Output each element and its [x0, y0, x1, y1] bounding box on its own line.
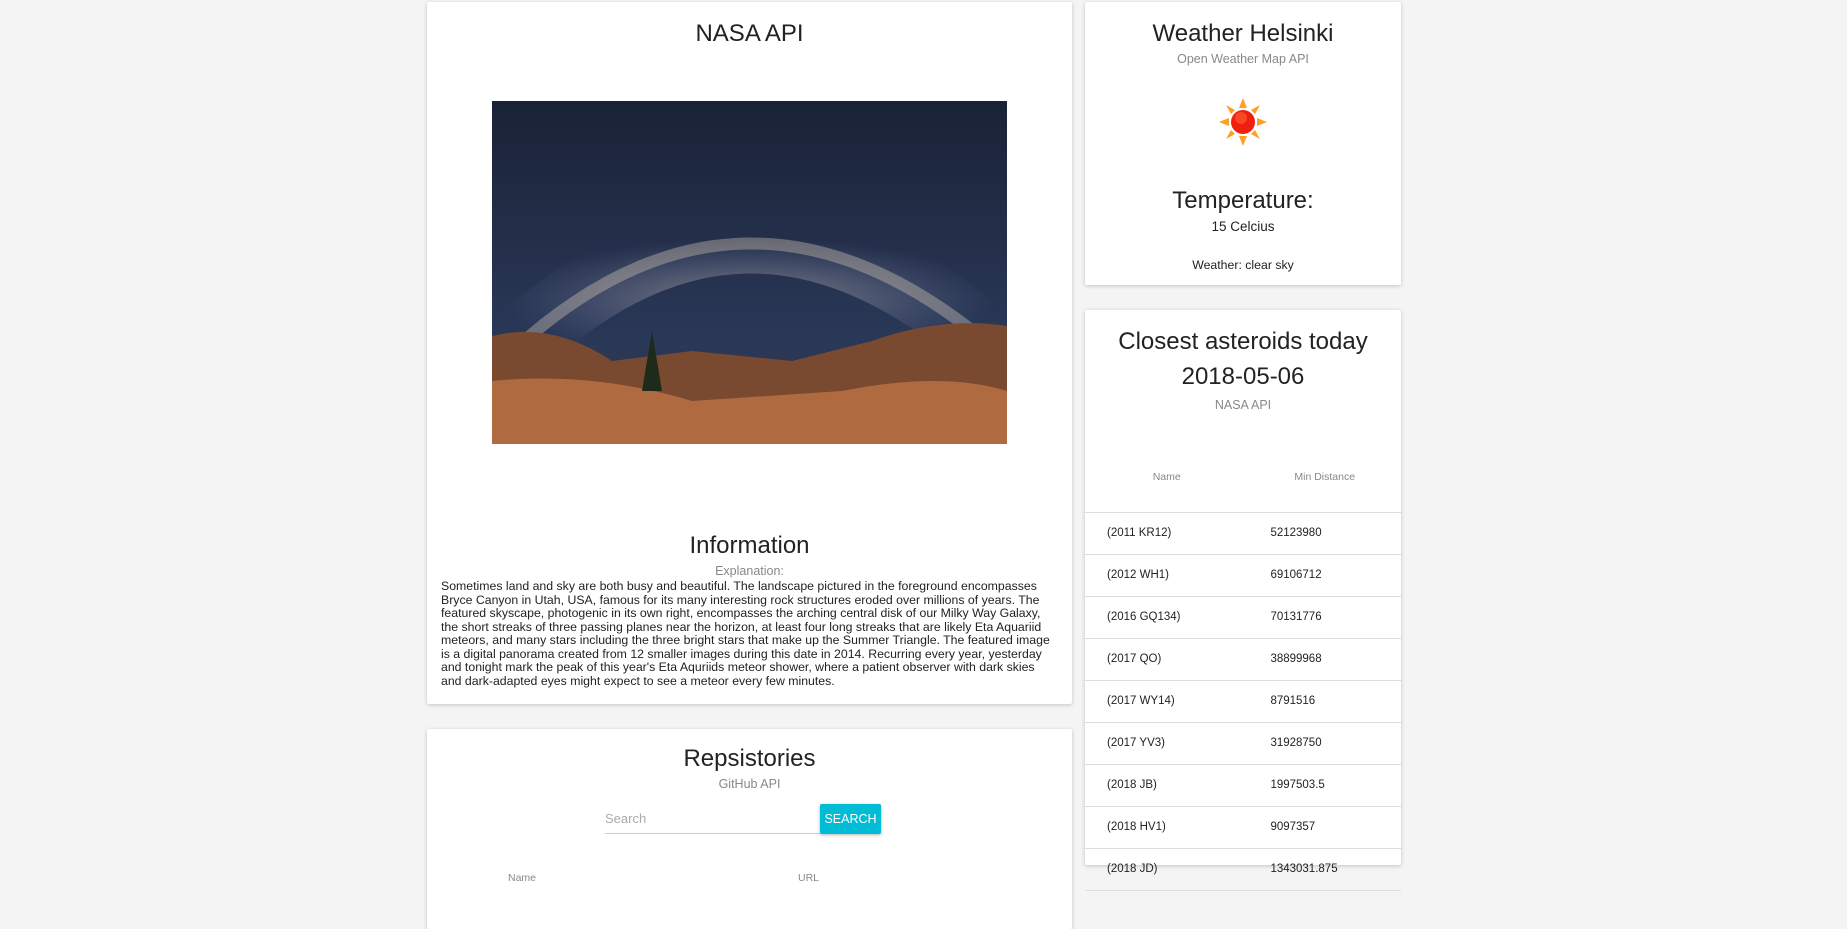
- explanation-text: Sometimes land and sky are both busy and…: [441, 579, 1050, 688]
- min-distance-cell: 70131776: [1248, 596, 1401, 639]
- temperature-value: 15 Celcius: [1211, 219, 1275, 234]
- asteroid-name-cell: (2017 QO): [1085, 638, 1249, 681]
- asteroid-name-cell: (2018 JD): [1085, 848, 1249, 891]
- min-distance-cell: 38899968: [1248, 638, 1401, 681]
- temperature-label: Temperature:: [1172, 187, 1314, 214]
- asteroid-name-cell: (2018 JB): [1085, 764, 1249, 807]
- asteroid-name-cell: (2011 KR12): [1085, 512, 1249, 555]
- min-distance-cell: 1997503.5: [1248, 764, 1401, 807]
- column-header-name: Name: [508, 872, 537, 884]
- asteroids-table: Name Min Distance (2011 KR12) 52123980 (20…: [1085, 442, 1401, 891]
- table-row: (2018 HV1) 9097357: [1085, 806, 1401, 849]
- sun-icon: [1219, 98, 1267, 146]
- search-button[interactable]: SEARCH: [820, 804, 881, 834]
- min-distance-cell: 31928750: [1248, 722, 1401, 765]
- table-row: (2018 JD) 1343031.875: [1085, 848, 1401, 891]
- table-row: (2017 YV3) 31928750: [1085, 722, 1401, 765]
- asteroid-name-cell: (2012 WH1): [1085, 554, 1249, 597]
- apod-image: [492, 101, 1007, 444]
- nasa-title: NASA API: [695, 20, 804, 47]
- min-distance-cell: 1343031.875: [1248, 848, 1401, 891]
- repos-title: Repsistories: [683, 745, 816, 772]
- column-header-name: Name: [1085, 442, 1249, 513]
- column-header-url: URL: [798, 872, 820, 884]
- asteroids-title: Closest asteroids today 2018-05-06: [1118, 328, 1368, 390]
- weather-subtitle: Open Weather Map API: [1177, 52, 1309, 66]
- min-distance-cell: 69106712: [1248, 554, 1401, 597]
- table-row: (2016 GQ134) 70131776: [1085, 596, 1401, 639]
- table-row: (2018 JB) 1997503.5: [1085, 764, 1401, 807]
- nasa-card: NASA API Information Explanation: Someti…: [427, 2, 1072, 704]
- info-subtitle: Explanation:: [715, 564, 784, 578]
- column-header-min-distance: Min Distance: [1248, 442, 1401, 513]
- asteroid-name-cell: (2017 YV3): [1085, 722, 1249, 765]
- info-title: Information: [689, 532, 810, 559]
- repositories-card: Repsistories GitHub API SEARCH Name URL: [427, 729, 1072, 929]
- min-distance-cell: 9097357: [1248, 806, 1401, 849]
- min-distance-cell: 8791516: [1248, 680, 1401, 723]
- search-input[interactable]: [605, 804, 820, 834]
- weather-title: Weather Helsinki: [1152, 20, 1334, 47]
- repos-subtitle: GitHub API: [718, 777, 781, 791]
- weather-description: Weather: clear sky: [1192, 258, 1294, 272]
- table-row: (2017 WY14) 8791516: [1085, 680, 1401, 723]
- table-row: (2011 KR12) 52123980: [1085, 512, 1401, 555]
- asteroid-name-cell: (2017 WY14): [1085, 680, 1249, 723]
- table-row: (2012 WH1) 69106712: [1085, 554, 1401, 597]
- min-distance-cell: 52123980: [1248, 512, 1401, 555]
- asteroids-subtitle: NASA API: [1214, 398, 1272, 412]
- weather-card: Weather Helsinki Open Weather Map API Te…: [1085, 2, 1401, 285]
- table-row: (2017 QO) 38899968: [1085, 638, 1401, 681]
- asteroid-name-cell: (2016 GQ134): [1085, 596, 1249, 639]
- asteroids-card: Closest asteroids today 2018-05-06 NASA …: [1085, 310, 1401, 891]
- asteroid-name-cell: (2018 HV1): [1085, 806, 1249, 849]
